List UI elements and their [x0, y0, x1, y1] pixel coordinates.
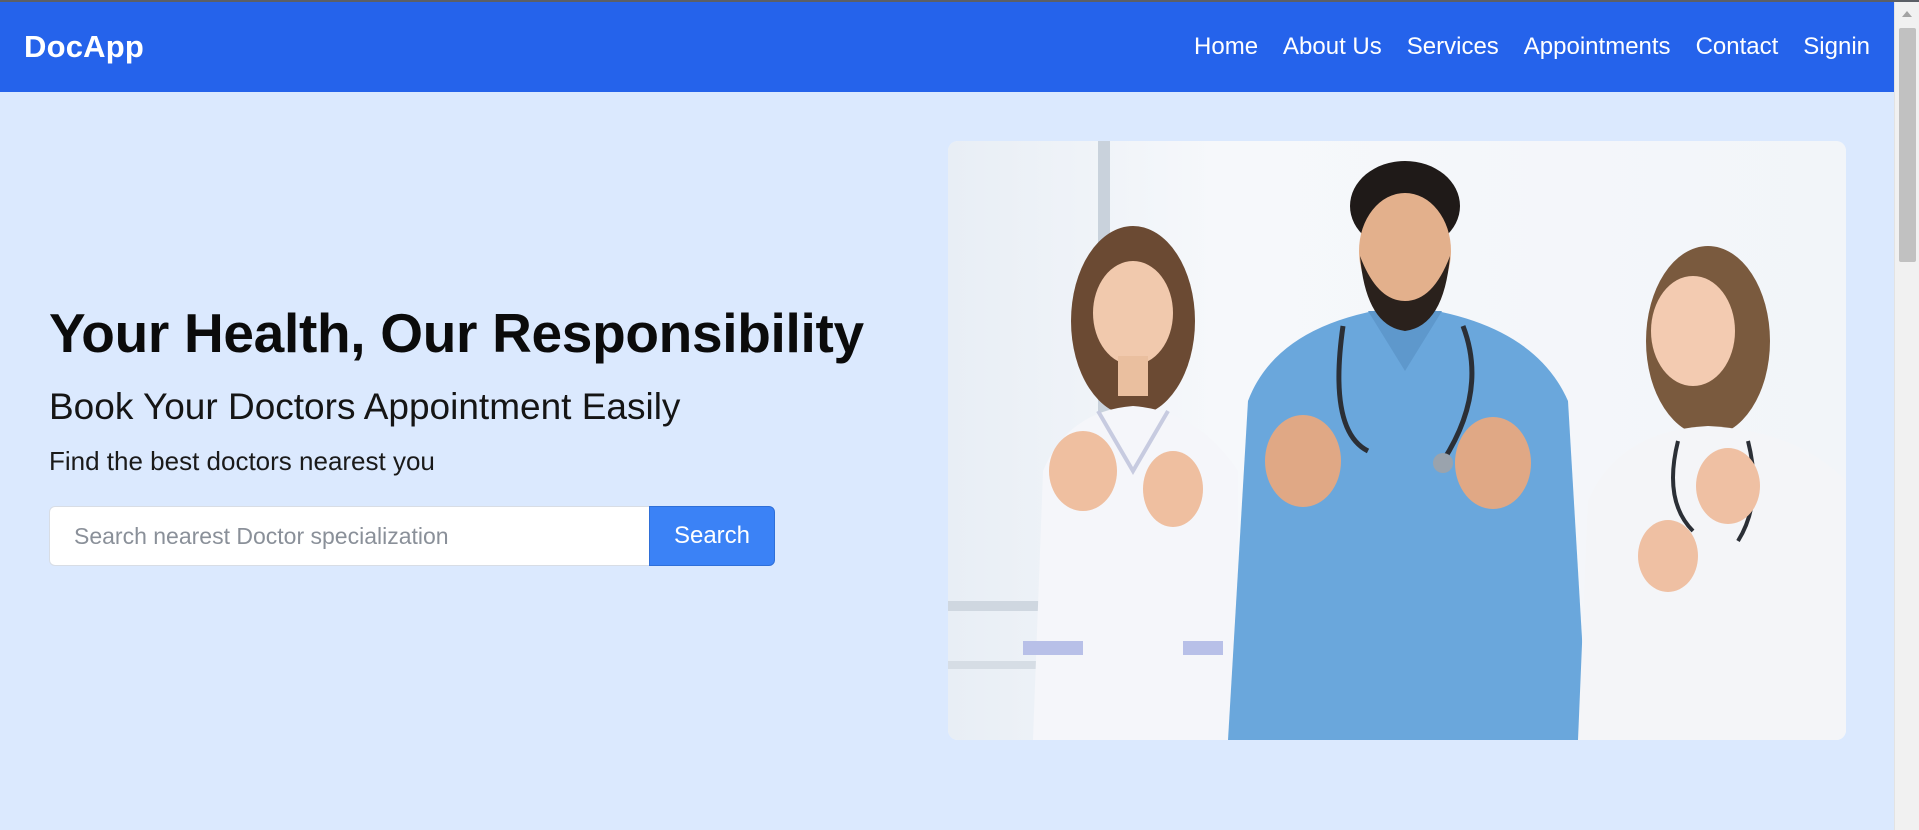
hero-title: Your Health, Our Responsibility	[49, 302, 864, 364]
nav-link-signin[interactable]: Signin	[1803, 33, 1870, 61]
search-button[interactable]: Search	[649, 506, 775, 566]
hero-doctors-image	[948, 141, 1846, 740]
hero-tagline: Find the best doctors nearest you	[49, 446, 435, 476]
search-group: Search	[49, 506, 775, 566]
hero-text: Your Health, Our Responsibility Book You…	[49, 300, 909, 566]
nav-link-about-us[interactable]: About Us	[1283, 33, 1382, 61]
brand-logo[interactable]: DocApp	[24, 29, 144, 65]
nav-link-home[interactable]: Home	[1194, 33, 1258, 61]
scroll-thumb[interactable]	[1899, 28, 1916, 262]
page-scrollbar[interactable]	[1894, 2, 1919, 830]
nav-link-appointments[interactable]: Appointments	[1524, 33, 1671, 61]
nav-link-services[interactable]: Services	[1407, 33, 1499, 61]
hero-subtitle: Book Your Doctors Appointment Easily	[49, 386, 681, 427]
navbar: DocApp Home About Us Services Appointmen…	[0, 2, 1894, 92]
nav-link-contact[interactable]: Contact	[1696, 33, 1779, 61]
scroll-up-arrow-icon[interactable]	[1902, 11, 1912, 17]
nav-links: Home About Us Services Appointments Cont…	[1194, 33, 1870, 61]
search-input[interactable]	[49, 506, 649, 566]
